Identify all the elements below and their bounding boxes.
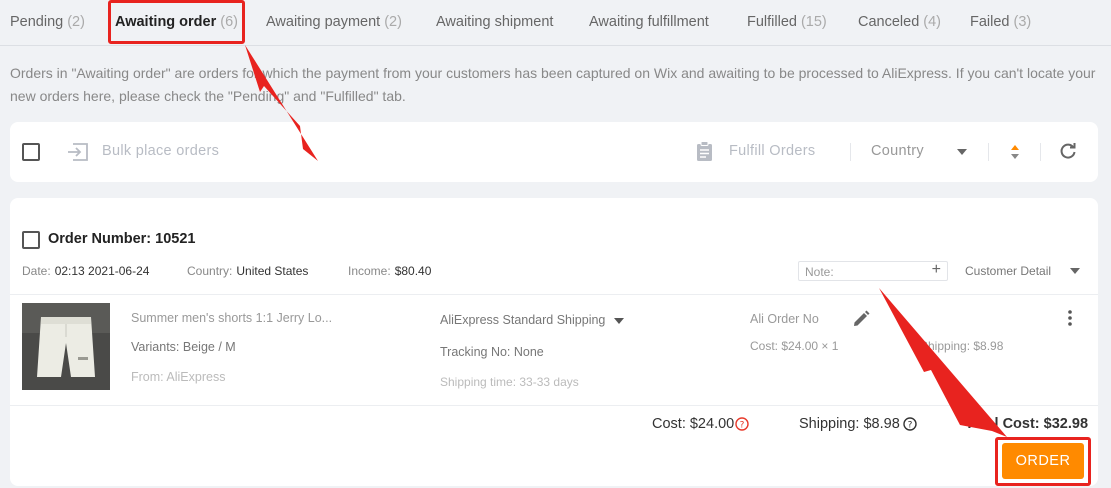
annotation-arrows: [245, 45, 1007, 437]
annotation-arrow: [245, 45, 318, 161]
annotation-arrow: [879, 288, 1007, 437]
